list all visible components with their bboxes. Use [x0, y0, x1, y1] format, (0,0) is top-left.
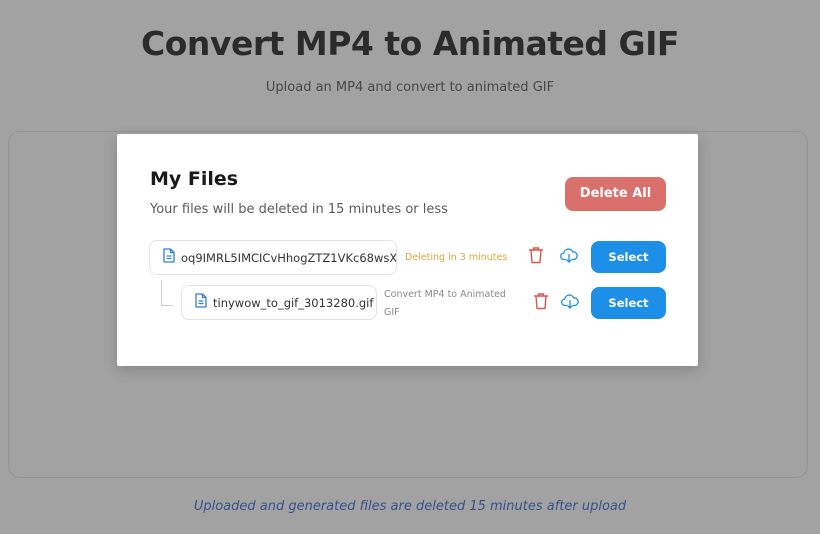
delete-all-button[interactable]: Delete All [565, 177, 666, 211]
download-file-button[interactable] [559, 292, 581, 314]
select-file-button[interactable]: Select [591, 241, 666, 273]
file-item-generated[interactable]: tinywow_to_gif_3013280.gif [181, 285, 377, 320]
download-icon [560, 246, 578, 268]
file-icon [163, 248, 175, 267]
select-file-button[interactable]: Select [591, 287, 666, 319]
deletion-status: Deleting in 3 minutes [405, 252, 508, 263]
file-icon [195, 293, 207, 312]
file-name: oq9IMRL5IMCICvHhogZTZ1VKc68wsXkj [181, 250, 397, 265]
delete-file-button[interactable] [530, 292, 552, 314]
delete-file-button[interactable] [525, 246, 547, 268]
modal-subtitle: Your files will be deleted in 15 minutes… [150, 202, 448, 217]
my-files-modal: My Files Your files will be deleted in 1… [117, 134, 698, 366]
download-icon [561, 292, 579, 314]
tree-connector [161, 280, 173, 306]
modal-title: My Files [150, 168, 239, 190]
file-item-uploaded[interactable]: oq9IMRL5IMCICvHhogZTZ1VKc68wsXkj [149, 240, 397, 275]
trash-icon [533, 292, 549, 314]
download-file-button[interactable] [558, 246, 580, 268]
trash-icon [528, 246, 544, 268]
conversion-description: Convert MP4 to Animated GIF [384, 289, 506, 318]
file-name: tinywow_to_gif_3013280.gif [213, 295, 374, 310]
